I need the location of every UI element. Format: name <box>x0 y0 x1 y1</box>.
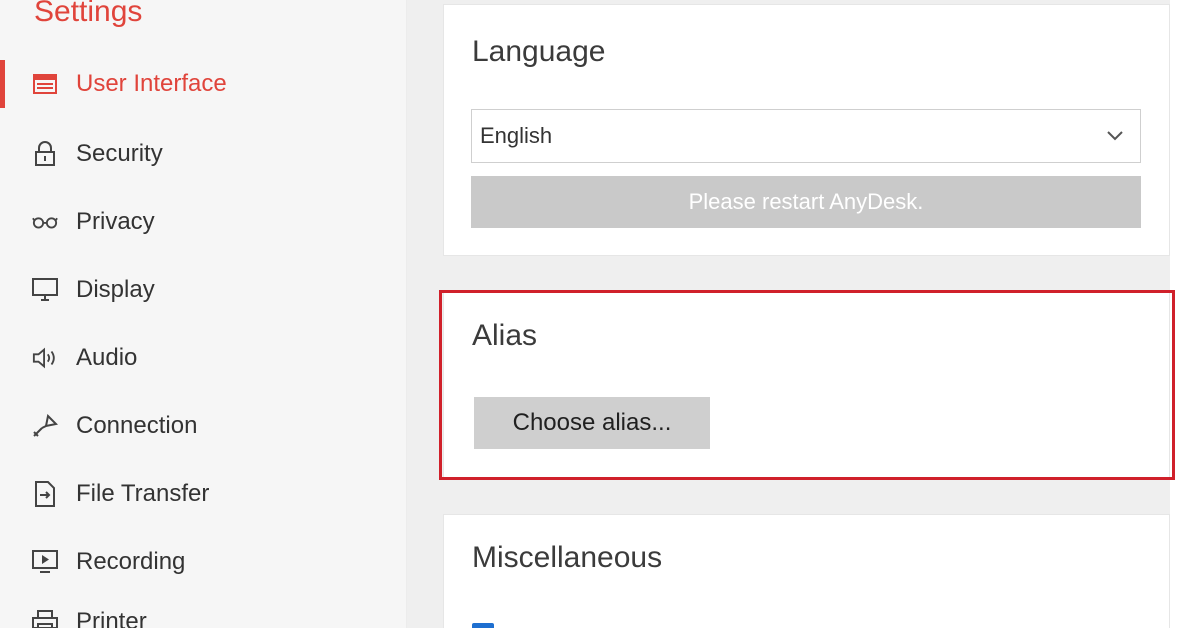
glasses-icon <box>32 209 58 235</box>
misc-checkbox[interactable] <box>472 623 494 628</box>
active-indicator <box>0 60 5 108</box>
sidebar-item-label: Connection <box>76 412 198 439</box>
restart-notice: Please restart AnyDesk. <box>471 176 1141 228</box>
sidebar-item-label: Security <box>76 140 163 167</box>
monitor-icon <box>32 277 58 303</box>
settings-title: Settings <box>34 0 143 28</box>
language-card: Language English Please restart AnyDesk. <box>443 4 1170 256</box>
recording-icon <box>32 549 58 575</box>
sidebar-item-label: Printer <box>76 608 147 628</box>
settings-window: Settings User Interface Security Privacy… <box>0 0 1196 628</box>
sidebar-item-recording[interactable]: Recording <box>0 538 406 586</box>
alias-highlight-frame <box>439 290 1175 480</box>
sidebar-item-label: Privacy <box>76 208 155 235</box>
miscellaneous-title: Miscellaneous <box>472 541 663 574</box>
chevron-down-icon <box>1100 121 1130 151</box>
user-interface-icon <box>32 71 58 97</box>
sidebar-item-security[interactable]: Security <box>0 130 406 178</box>
miscellaneous-card: Miscellaneous <box>443 514 1170 628</box>
sidebar-item-display[interactable]: Display <box>0 266 406 314</box>
file-transfer-icon <box>32 481 58 507</box>
lock-icon <box>32 141 58 167</box>
sidebar-item-privacy[interactable]: Privacy <box>0 198 406 246</box>
sidebar-item-file-transfer[interactable]: File Transfer <box>0 470 406 518</box>
sidebar-item-label: File Transfer <box>76 480 210 507</box>
language-select[interactable]: English <box>471 109 1141 163</box>
printer-icon <box>32 609 58 628</box>
connection-icon <box>32 413 58 439</box>
sidebar-item-label: Recording <box>76 548 186 575</box>
sidebar-item-label: Audio <box>76 344 138 371</box>
language-title: Language <box>472 35 606 68</box>
speaker-icon <box>32 345 58 371</box>
sidebar-item-printer[interactable]: Printer <box>0 598 406 628</box>
sidebar-item-connection[interactable]: Connection <box>0 402 406 450</box>
sidebar-item-user-interface[interactable]: User Interface <box>0 60 406 108</box>
sidebar: Settings User Interface Security Privacy… <box>0 0 407 628</box>
sidebar-item-label: User Interface <box>76 70 227 97</box>
sidebar-item-label: Display <box>76 276 155 303</box>
sidebar-item-audio[interactable]: Audio <box>0 334 406 382</box>
language-select-value: English <box>480 123 553 148</box>
